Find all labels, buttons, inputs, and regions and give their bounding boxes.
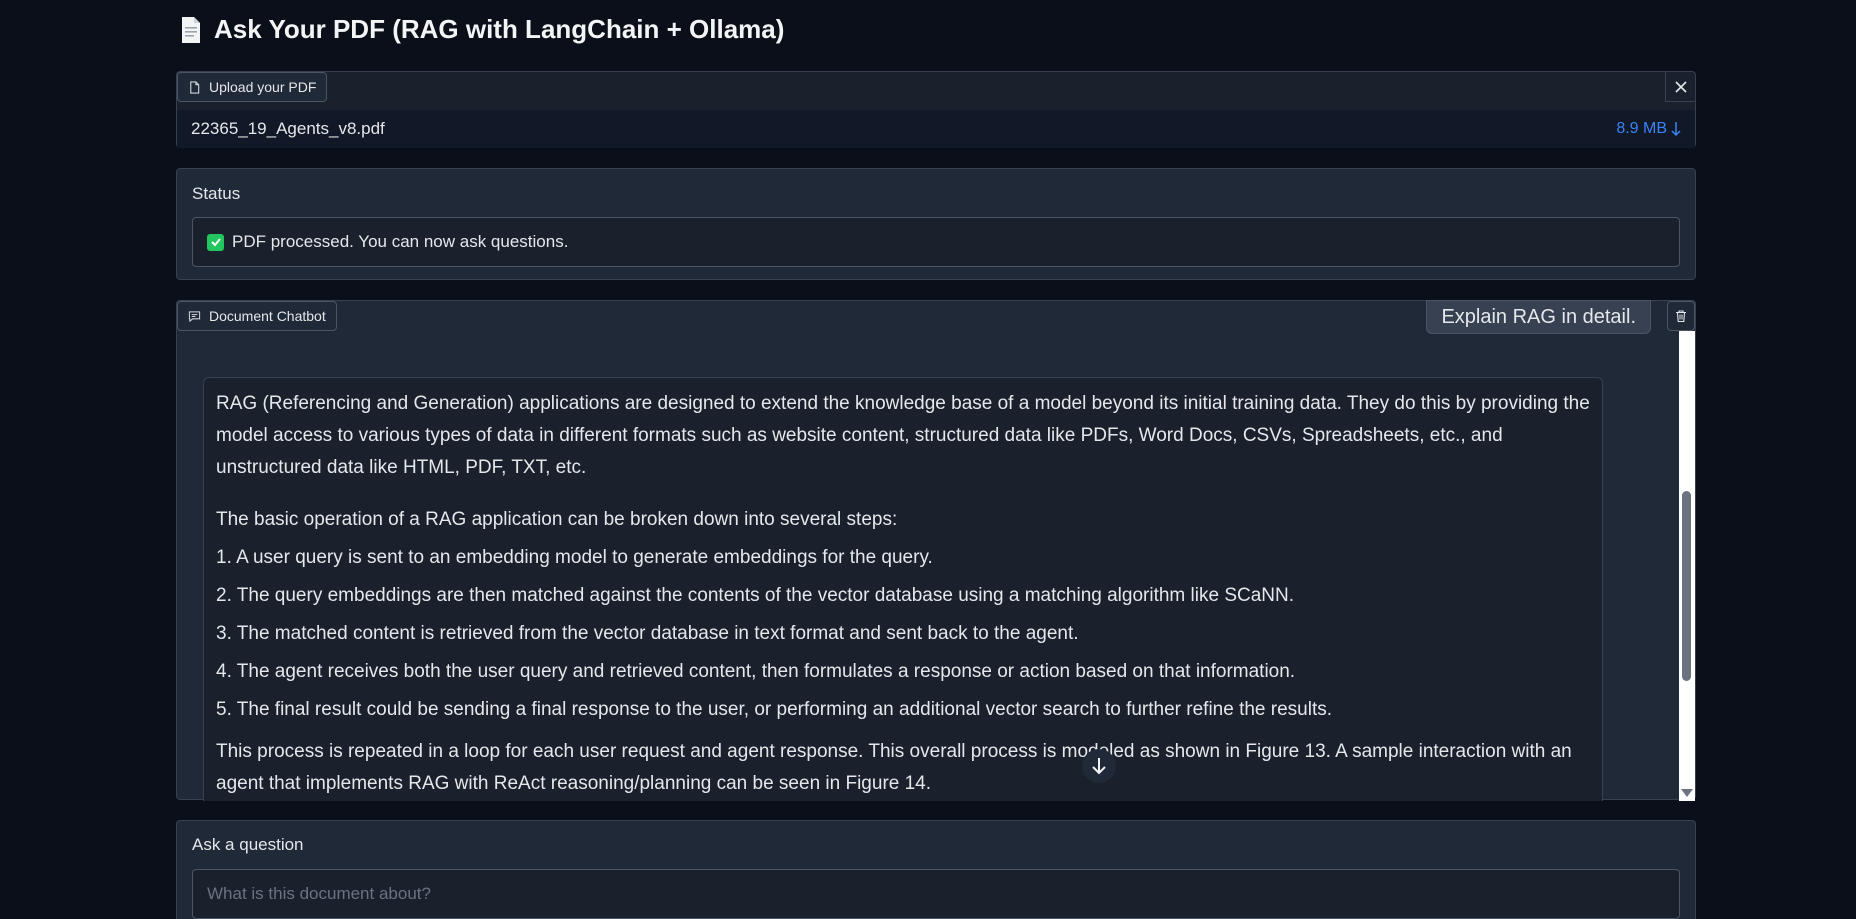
close-icon: [1674, 80, 1687, 93]
uploaded-file-row: 22365_19_Agents_v8.pdf 8.9 MB: [177, 110, 1695, 148]
ask-question-panel: Ask a question: [176, 820, 1696, 919]
bot-list-intro: The basic operation of a RAG application…: [216, 509, 898, 530]
page-title: Ask Your PDF (RAG with LangChain + Ollam…: [180, 14, 784, 45]
pdf-upload-panel[interactable]: Upload your PDF 22365_19_Agents_v8.pdf 8…: [176, 71, 1696, 148]
page-title-text: Ask Your PDF (RAG with LangChain + Ollam…: [214, 14, 785, 44]
scroll-down-arrow-icon[interactable]: [1681, 789, 1693, 797]
bot-step: 1. A user query is sent to an embedding …: [216, 547, 933, 568]
arrow-down-icon: [1092, 758, 1106, 775]
scroll-to-bottom-button[interactable]: [1082, 749, 1116, 783]
upload-label: Upload your PDF: [177, 72, 328, 102]
bot-step-list: The basic operation of a RAG application…: [216, 504, 1590, 726]
check-mark-icon: [207, 233, 224, 251]
bot-step: 2. The query embeddings are then matched…: [216, 585, 1294, 606]
download-arrow-icon: [1671, 122, 1681, 137]
bot-message: RAG (Referencing and Generation) applica…: [203, 377, 1603, 801]
chatbot-label: Document Chatbot: [177, 301, 337, 331]
bot-step: 3. The matched content is retrieved from…: [216, 623, 1079, 644]
file-download-link[interactable]: 8.9 MB: [1616, 120, 1681, 138]
status-panel: Status PDF processed. You can now ask qu…: [176, 168, 1696, 280]
status-label: Status: [192, 184, 241, 203]
scrollbar-thumb[interactable]: [1682, 491, 1691, 681]
clear-chat-button[interactable]: [1667, 301, 1695, 331]
chat-scrollbar[interactable]: [1679, 331, 1695, 801]
clear-upload-button[interactable]: [1665, 72, 1695, 102]
status-message: PDF processed. You can now ask questions…: [232, 232, 569, 251]
file-size: 8.9 MB: [1616, 120, 1667, 137]
bot-paragraph: RAG (Referencing and Generation) applica…: [216, 393, 1590, 478]
file-name: 22365_19_Agents_v8.pdf: [191, 119, 385, 138]
ask-label: Ask a question: [192, 835, 304, 854]
bot-step: 5. The final result could be sending a f…: [216, 699, 1333, 720]
user-message: Explain RAG in detail.: [1426, 300, 1651, 334]
file-icon: [190, 80, 200, 94]
bot-step: 4. The agent receives both the user quer…: [216, 661, 1296, 682]
app-page: Ask Your PDF (RAG with LangChain + Ollam…: [0, 0, 1856, 919]
document-chatbot: Document Chatbot Explain RAG in detail. …: [176, 300, 1696, 801]
bot-paragraph: This process is repeated in a loop for e…: [216, 741, 1572, 794]
trash-icon: [1676, 310, 1686, 323]
status-textbox: PDF processed. You can now ask questions…: [192, 217, 1680, 267]
question-input[interactable]: [192, 869, 1680, 919]
chat-icon: [188, 310, 201, 322]
document-icon: [180, 16, 202, 44]
